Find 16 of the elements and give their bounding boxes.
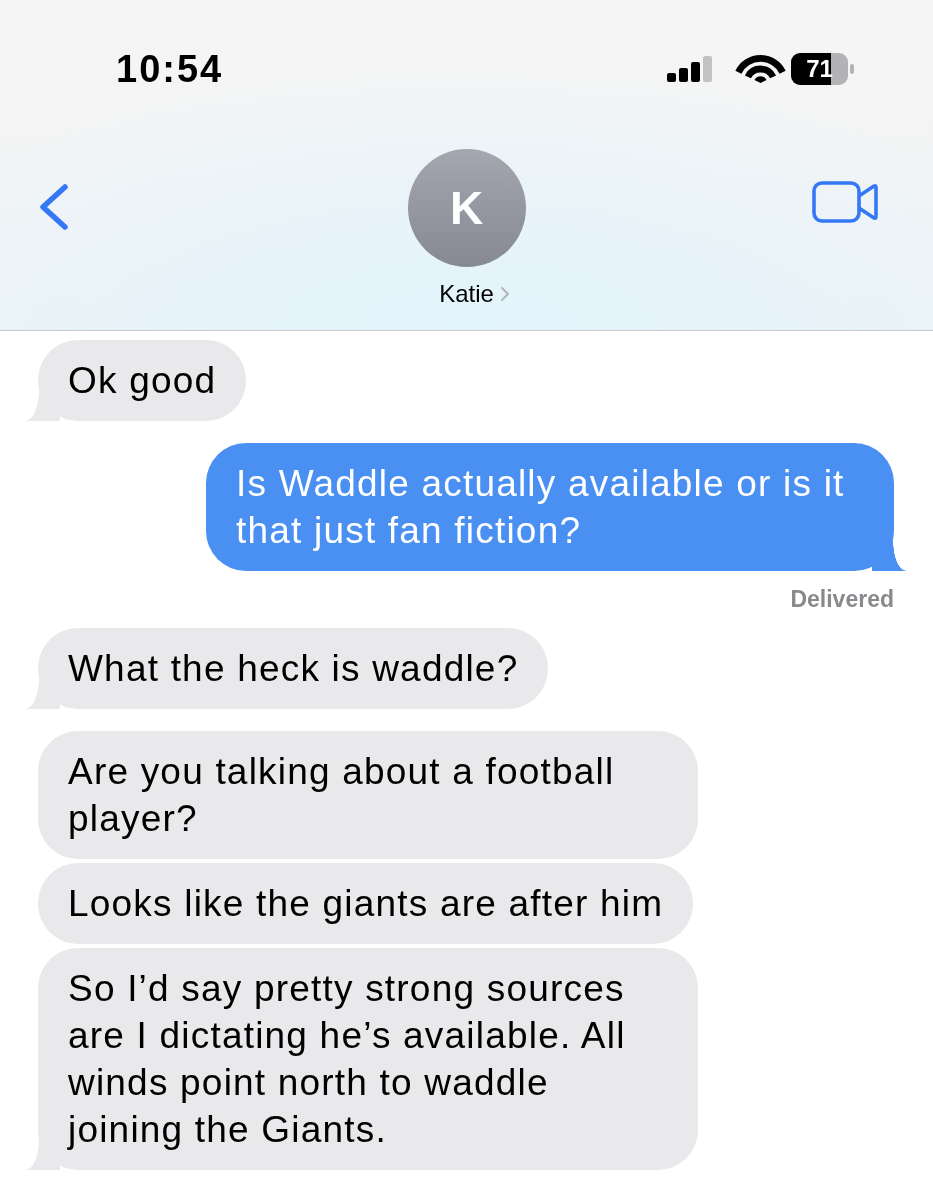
received-message-bubble: What the heck is waddle? bbox=[26, 628, 549, 709]
time-text: 10:54 bbox=[116, 47, 224, 91]
wifi-icon bbox=[734, 55, 787, 83]
delivery-status: Delivered bbox=[790, 585, 894, 613]
received-message-bubble: So I’d say pretty strong sources are I dictating he’s available. All winds point north to waddle joining the Giants. bbox=[26, 948, 698, 1170]
chevron-right-icon bbox=[499, 286, 510, 302]
signal-icon bbox=[667, 56, 713, 82]
contact-name-button[interactable]: Katie bbox=[439, 279, 510, 309]
chevron-left-icon bbox=[38, 183, 70, 231]
received-message-bubble: Ok good bbox=[26, 340, 247, 421]
sent-message-bubble: Is Waddle actually available or is it that just fan fiction? bbox=[206, 443, 906, 571]
back-button[interactable] bbox=[38, 183, 70, 231]
video-call-button[interactable] bbox=[812, 181, 878, 223]
received-message-bubble: Looks like the giants are after him bbox=[26, 863, 694, 944]
video-camera-icon bbox=[812, 181, 878, 223]
received-message-bubble: Are you talking about a football player? bbox=[26, 731, 698, 859]
